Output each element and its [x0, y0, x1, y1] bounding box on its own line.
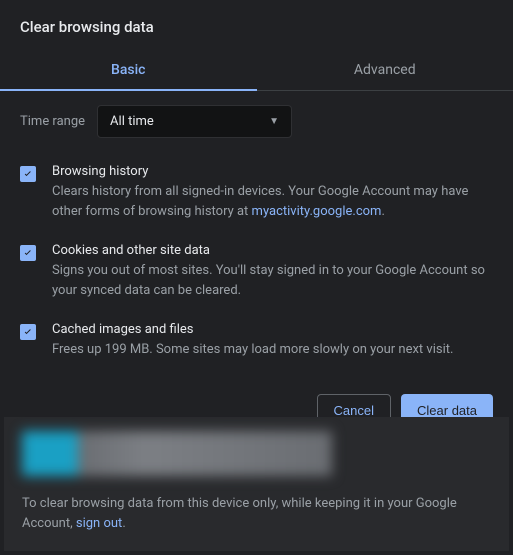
myactivity-link[interactable]: myactivity.google.com — [252, 204, 382, 219]
option-description: Signs you out of most sites. You'll stay… — [52, 261, 493, 300]
profile-info-redacted — [22, 431, 332, 476]
footer-text: To clear browsing data from this device … — [22, 494, 491, 533]
option-title: Cached images and files — [52, 322, 493, 337]
option-title: Browsing history — [52, 164, 493, 179]
footer-panel: To clear browsing data from this device … — [4, 417, 509, 551]
checkbox-browsing-history[interactable] — [20, 166, 36, 182]
option-description: Frees up 199 MB. Some sites may load mor… — [52, 340, 493, 360]
clear-browsing-data-dialog: Clear browsing data Basic Advanced Time … — [0, 0, 513, 555]
checkbox-cookies[interactable] — [20, 245, 36, 261]
tab-basic[interactable]: Basic — [0, 50, 257, 90]
option-cache: Cached images and files Frees up 199 MB.… — [20, 322, 493, 360]
option-browsing-history: Browsing history Clears history from all… — [20, 164, 493, 221]
dialog-title: Clear browsing data — [0, 0, 513, 50]
sign-out-link[interactable]: sign out — [76, 516, 122, 531]
check-icon — [22, 247, 34, 259]
chevron-down-icon: ▼ — [269, 116, 279, 127]
option-title: Cookies and other site data — [52, 243, 493, 258]
checkbox-cache[interactable] — [20, 324, 36, 340]
tab-advanced[interactable]: Advanced — [257, 50, 513, 90]
time-range-value: All time — [110, 114, 154, 129]
tab-bar: Basic Advanced — [0, 50, 513, 91]
option-description: Clears history from all signed-in device… — [52, 182, 493, 221]
check-icon — [22, 168, 34, 180]
time-range-label: Time range — [20, 114, 85, 129]
time-range-select[interactable]: All time ▼ — [97, 105, 292, 138]
time-range-row: Time range All time ▼ — [20, 105, 493, 138]
check-icon — [22, 326, 34, 338]
option-cookies: Cookies and other site data Signs you ou… — [20, 243, 493, 300]
